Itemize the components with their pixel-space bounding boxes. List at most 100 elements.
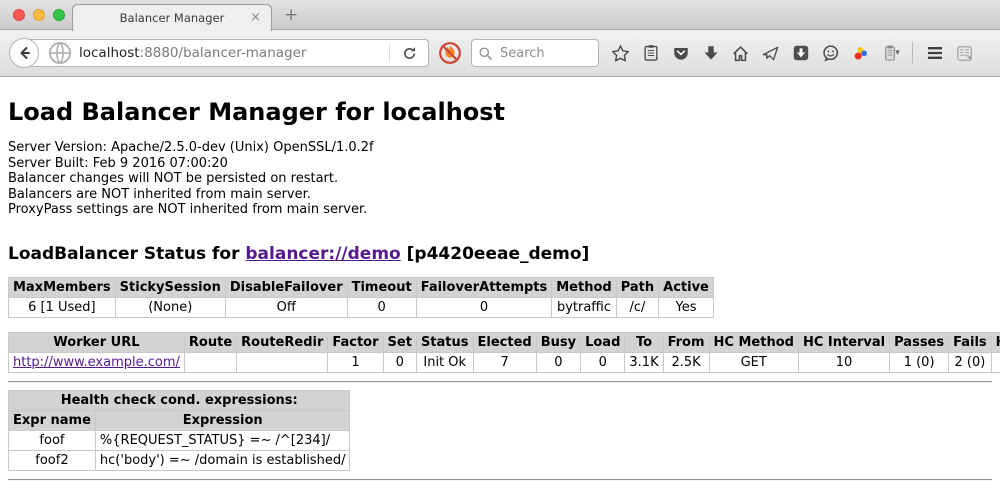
cell-stickysession: (None) bbox=[115, 297, 225, 317]
tab-close-icon[interactable]: × bbox=[250, 9, 261, 26]
col-maxmembers: MaxMembers bbox=[9, 277, 116, 297]
search-icon bbox=[478, 46, 493, 61]
server-info: Server Version: Apache/2.5.0-dev (Unix) … bbox=[8, 140, 992, 218]
proxypass-warning-line: ProxyPass settings are NOT inherited fro… bbox=[8, 202, 992, 218]
downloads-button[interactable] bbox=[697, 40, 724, 67]
flame-blocked-icon bbox=[438, 41, 462, 65]
tab-balancer-manager[interactable]: Balancer Manager × bbox=[72, 4, 272, 31]
col-expression: Expression bbox=[95, 410, 350, 430]
table-header-row: MaxMembers StickySession DisableFailover… bbox=[9, 277, 714, 297]
colors-extension-button[interactable] bbox=[847, 40, 874, 67]
location-group: localhost:8880/balancer-manager bbox=[9, 38, 429, 68]
toolbar-divider bbox=[912, 42, 913, 64]
col-status: Status bbox=[416, 332, 473, 352]
url-text: localhost:8880/balancer-manager bbox=[79, 45, 306, 61]
col-disablefailover: DisableFailover bbox=[225, 277, 347, 297]
cell-expr-name: foof bbox=[9, 430, 96, 450]
health-table-title: Health check cond. expressions: bbox=[9, 390, 350, 410]
cell-load: 0 bbox=[581, 352, 625, 372]
url-host: localhost bbox=[79, 45, 140, 61]
col-from: From bbox=[663, 332, 709, 352]
table-row: http://www.example.com/ 1 0 Init Ok 7 0 … bbox=[9, 352, 1000, 372]
pocket-icon bbox=[672, 44, 690, 62]
urlbar-divider bbox=[389, 44, 390, 62]
search-bar[interactable] bbox=[471, 39, 599, 67]
new-tab-button[interactable]: + bbox=[284, 5, 298, 25]
col-stickysession: StickySession bbox=[115, 277, 225, 297]
flash-block-button[interactable] bbox=[437, 40, 463, 66]
clipboard-extension-button[interactable]: ▾ bbox=[877, 40, 904, 67]
table-row: 6 [1 Used] (None) Off 0 0 bytraffic /c/ … bbox=[9, 297, 714, 317]
emoji-extension-button[interactable] bbox=[817, 40, 844, 67]
col-factor: Factor bbox=[328, 332, 383, 352]
close-window-button[interactable] bbox=[13, 9, 25, 21]
cell-busy: 0 bbox=[536, 352, 580, 372]
table-header-row: Worker URL Route RouteRedir Factor Set S… bbox=[9, 332, 1000, 352]
cell-failoverattempts: 0 bbox=[416, 297, 552, 317]
table-title-row: Health check cond. expressions: bbox=[9, 390, 350, 410]
back-button[interactable] bbox=[9, 38, 39, 68]
cell-fails: 2 (0) bbox=[949, 352, 992, 372]
health-check-table: Health check cond. expressions: Expr nam… bbox=[8, 390, 350, 471]
toolbar-icons: ▾ bbox=[607, 40, 978, 67]
colors-extension-icon bbox=[851, 44, 870, 63]
send-tab-button[interactable] bbox=[757, 40, 784, 67]
cell-passes: 1 (0) bbox=[890, 352, 949, 372]
tab-title: Balancer Manager bbox=[120, 11, 225, 25]
cell-hc-method: GET bbox=[709, 352, 798, 372]
pocket-button[interactable] bbox=[667, 40, 694, 67]
downloader-extension-icon bbox=[792, 44, 810, 62]
url-bar[interactable]: localhost:8880/balancer-manager bbox=[24, 39, 429, 67]
window-controls bbox=[13, 9, 65, 21]
cell-expression: hc('body') =~ /domain is established/ bbox=[95, 450, 350, 470]
cell-worker-url: http://www.example.com/ bbox=[9, 352, 185, 372]
col-elected: Elected bbox=[473, 332, 536, 352]
reload-button[interactable] bbox=[396, 40, 422, 66]
menu-button[interactable] bbox=[921, 40, 948, 67]
search-input[interactable] bbox=[498, 45, 584, 62]
col-busy: Busy bbox=[536, 332, 580, 352]
bookmark-star-button[interactable] bbox=[607, 40, 634, 67]
cell-active: Yes bbox=[659, 297, 714, 317]
col-timeout: Timeout bbox=[347, 277, 416, 297]
reading-list-icon bbox=[642, 44, 660, 62]
tab-groups-icon bbox=[955, 44, 974, 63]
zoom-window-button[interactable] bbox=[53, 9, 65, 21]
tab-groups-button[interactable] bbox=[951, 40, 978, 67]
cell-disablefailover: Off bbox=[225, 297, 347, 317]
col-expr-name: Expr name bbox=[9, 410, 96, 430]
cell-set: 0 bbox=[383, 352, 416, 372]
col-hc-interval: HC Interval bbox=[798, 332, 889, 352]
col-set: Set bbox=[383, 332, 416, 352]
cell-timeout: 0 bbox=[347, 297, 416, 317]
cell-from: 2.5K bbox=[663, 352, 709, 372]
minimize-window-button[interactable] bbox=[33, 9, 45, 21]
section-divider bbox=[8, 381, 992, 383]
heading-prefix: LoadBalancer Status for bbox=[8, 244, 239, 264]
table-row: foof %{REQUEST_STATUS} =~ /^[234]/ bbox=[9, 430, 350, 450]
home-button[interactable] bbox=[727, 40, 754, 67]
titlebar: Balancer Manager × + bbox=[0, 0, 1000, 30]
col-path: Path bbox=[616, 277, 658, 297]
cell-factor: 1 bbox=[328, 352, 383, 372]
col-hc-method: HC Method bbox=[709, 332, 798, 352]
server-built-line: Server Built: Feb 9 2016 07:00:20 bbox=[8, 156, 992, 172]
balancer-demo-link[interactable]: balancer://demo bbox=[245, 244, 400, 264]
cell-hc-interval: 10 bbox=[798, 352, 889, 372]
worker-url-link[interactable]: http://www.example.com/ bbox=[13, 355, 180, 370]
col-route: Route bbox=[184, 332, 236, 352]
col-routeredir: RouteRedir bbox=[237, 332, 328, 352]
page-bottom-divider bbox=[8, 479, 992, 481]
navigation-toolbar: localhost:8880/balancer-manager bbox=[0, 30, 1000, 77]
col-failoverattempts: FailoverAttempts bbox=[416, 277, 552, 297]
server-version-line: Server Version: Apache/2.5.0-dev (Unix) … bbox=[8, 140, 992, 156]
col-to: To bbox=[625, 332, 663, 352]
heading-suffix: [p4420eeae_demo] bbox=[407, 244, 590, 264]
balancer-settings-table: MaxMembers StickySession DisableFailover… bbox=[8, 277, 714, 318]
cell-maxmembers: 6 [1 Used] bbox=[9, 297, 116, 317]
reading-list-button[interactable] bbox=[637, 40, 664, 67]
downloader-extension-button[interactable] bbox=[787, 40, 814, 67]
reload-icon bbox=[402, 46, 417, 61]
menu-icon bbox=[925, 43, 945, 63]
chevron-down-icon: ▾ bbox=[895, 48, 900, 58]
